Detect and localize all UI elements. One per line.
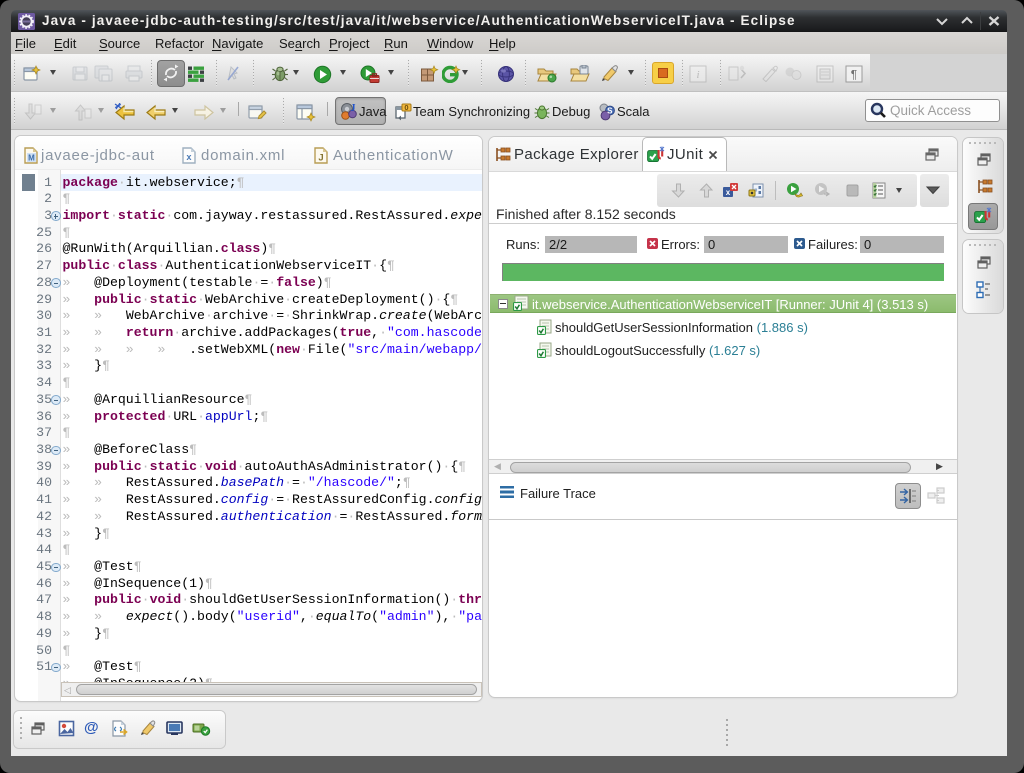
svg-text:J: J (351, 103, 356, 114)
svg-text:M: M (28, 154, 35, 163)
svg-text:S: S (607, 107, 613, 116)
svg-text:0: 0 (404, 103, 408, 112)
svg-text:¶: ¶ (851, 68, 857, 82)
svg-text:i: i (696, 69, 699, 81)
svg-text:x: x (186, 153, 192, 163)
svg-text:J: J (318, 153, 323, 164)
